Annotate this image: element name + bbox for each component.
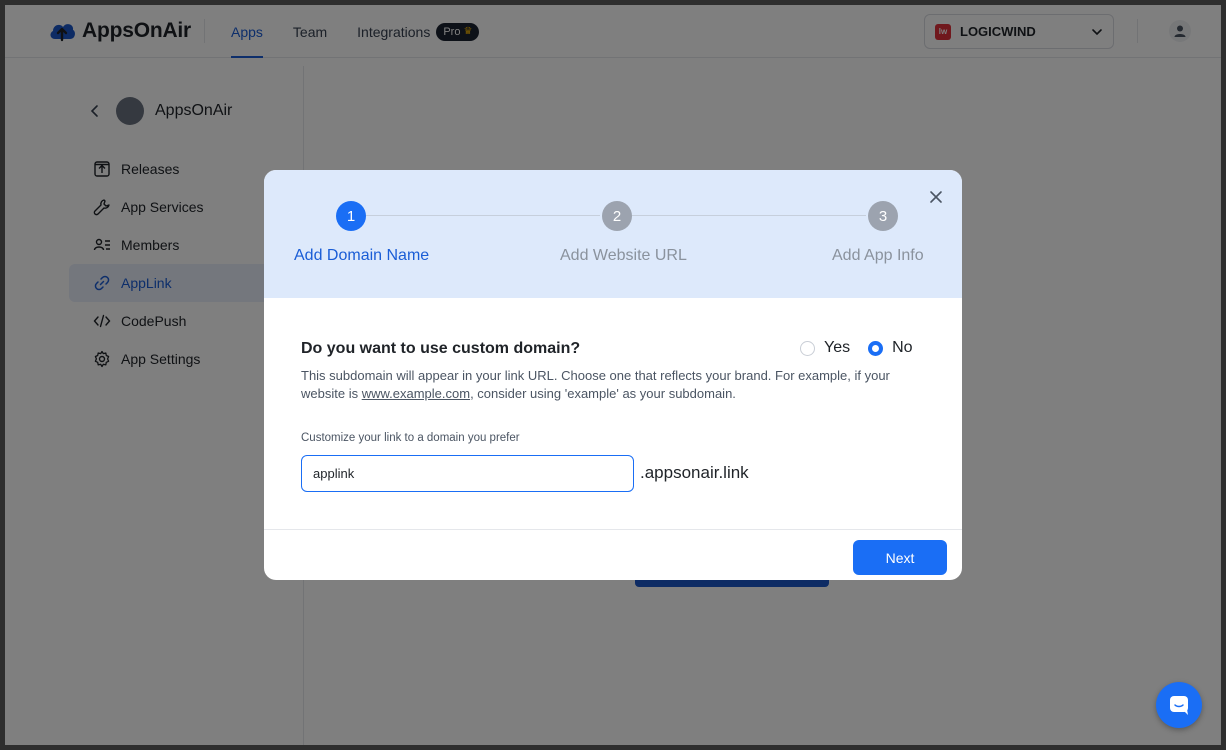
stepper: 1 2 3 Add Domain Name Add Website URL Ad… <box>264 170 962 298</box>
next-button[interactable]: Next <box>853 540 947 575</box>
step-1-circle: 1 <box>336 201 366 231</box>
radio-option-yes[interactable]: Yes <box>800 339 850 357</box>
chat-icon <box>1170 696 1188 715</box>
domain-suffix: .appsonair.link <box>640 463 749 482</box>
question-title: Do you want to use custom domain? <box>301 340 581 357</box>
custom-domain-modal: 1 2 3 Add Domain Name Add Website URL Ad… <box>264 170 962 580</box>
subdomain-input[interactable] <box>301 455 634 492</box>
step-3-circle: 3 <box>868 201 898 231</box>
chat-launcher[interactable] <box>1156 682 1202 728</box>
radio-no[interactable] <box>868 340 884 356</box>
domain-field-label: Customize your link to a domain you pref… <box>301 432 520 444</box>
radio-option-no[interactable]: No <box>868 339 913 357</box>
example-link[interactable]: www.example.com <box>362 386 470 401</box>
modal-footer-divider <box>264 529 962 530</box>
description-text: , consider using 'example' as your subdo… <box>470 386 736 401</box>
step-connector <box>366 215 600 216</box>
app-window: AppsOnAir Apps Team Integrations Pro♛ lw… <box>5 5 1221 745</box>
custom-domain-radio-group: Yes No <box>800 339 913 357</box>
radio-no-label: No <box>892 339 913 356</box>
radio-yes[interactable] <box>800 340 815 356</box>
close-icon[interactable] <box>929 190 943 204</box>
radio-yes-label: Yes <box>824 339 851 356</box>
step-1-label: Add Domain Name <box>294 247 430 264</box>
step-2-label: Add Website URL <box>560 247 687 264</box>
step-2-circle: 2 <box>602 201 632 231</box>
step-3-label: Add App Info <box>832 247 924 264</box>
question-description: This subdomain will appear in your link … <box>301 367 921 403</box>
step-connector <box>632 215 866 216</box>
